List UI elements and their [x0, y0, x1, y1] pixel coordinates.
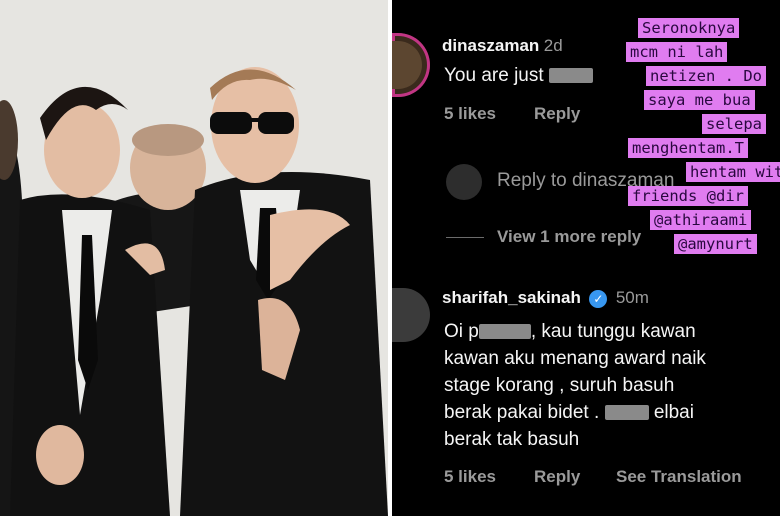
verified-badge-icon: ✓	[589, 289, 608, 308]
comment-header: sharifah_sakinah ✓ 50m	[442, 288, 649, 308]
band-photo	[0, 0, 388, 516]
caption-line: mcm ni lah	[626, 42, 728, 62]
instagram-comments-panel: dinaszaman 2d You are just 5 likes Reply…	[392, 0, 780, 516]
comment-text-line: stage korang , suruh basuh	[444, 375, 675, 396]
comment-text: Oi p, kau tunggu kawan	[444, 321, 696, 342]
reply-button[interactable]: Reply	[534, 467, 580, 487]
comment-time: 50m	[615, 288, 649, 307]
censor-block	[604, 405, 649, 421]
caption-line: netizen . Do	[646, 66, 766, 86]
caption-line: @athiraami	[650, 210, 752, 230]
highlight-caption-overlay: Seronoknya mcm ni lah netizen . Do saya …	[392, 10, 780, 260]
caption-line: menghentam.T	[628, 138, 748, 158]
caption-line: friends @dir	[628, 186, 748, 206]
caption-line: hentam wit	[686, 162, 780, 182]
comment-text-line: berak tak basuh	[444, 429, 580, 450]
comment-text-line: kawan aku menang award naik	[444, 348, 706, 369]
comment-text-line: berak pakai bidet . elbai	[444, 402, 694, 423]
avatar[interactable]	[392, 288, 430, 342]
caption-line: selepa	[702, 114, 766, 134]
caption-line: Seronoknya	[638, 18, 740, 38]
censor-block	[478, 324, 531, 340]
comment-username[interactable]: sharifah_sakinah	[442, 288, 581, 307]
caption-line: saya me bua	[644, 90, 755, 110]
caption-line: @amynurt	[674, 234, 757, 254]
see-translation-button[interactable]: See Translation	[616, 467, 742, 487]
likes-count[interactable]: 5 likes	[444, 467, 496, 487]
